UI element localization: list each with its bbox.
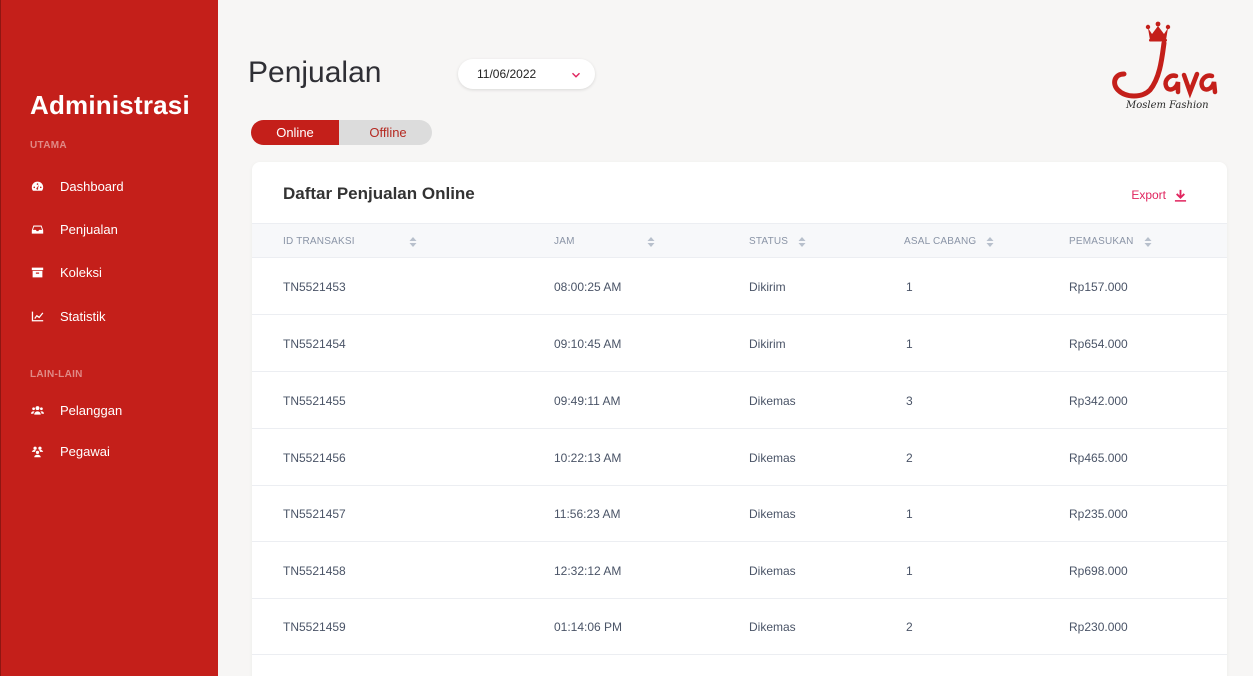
java-logo: Moslem Fashion xyxy=(1104,18,1222,114)
table-row[interactable]: TN5521456 10:22:13 AM Dikemas 2 Rp465.00… xyxy=(252,429,1227,486)
column-label: JAM xyxy=(554,236,575,247)
column-header-pemasukan[interactable]: PEMASUKAN xyxy=(1069,224,1152,259)
card-title: Daftar Penjualan Online xyxy=(283,184,475,203)
cell-status: Dikemas xyxy=(749,506,796,521)
cell-jam: 08:00:25 AM xyxy=(554,279,622,294)
sidebar-item-label: Koleksi xyxy=(60,264,102,280)
cell-asal-cabang: 1 xyxy=(906,563,913,578)
sort-icon xyxy=(647,236,655,247)
toggle-offline-button[interactable]: Offline xyxy=(344,120,432,145)
dashboard-icon xyxy=(30,179,44,193)
toggle-online-button[interactable]: Online xyxy=(251,120,339,145)
cell-status: Dikemas xyxy=(749,563,796,578)
table-row[interactable]: TN5521457 11:56:23 AM Dikemas 1 Rp235.00… xyxy=(252,485,1227,542)
sort-icon xyxy=(986,236,994,247)
cell-asal-cabang: 2 xyxy=(906,619,913,634)
cell-jam: 09:49:11 AM xyxy=(554,393,621,408)
date-value: 11/06/2022 xyxy=(477,67,537,81)
cell-id-transaksi: TN5521458 xyxy=(283,563,346,578)
cell-status: Dikirim xyxy=(749,279,786,294)
cell-id-transaksi: TN5521455 xyxy=(283,393,346,408)
sales-card: Daftar Penjualan Online Export ID TRANSA… xyxy=(252,162,1227,676)
sidebar-item-label: Dashboard xyxy=(60,178,124,194)
cell-jam: 09:10:45 AM xyxy=(554,336,622,351)
column-label: STATUS xyxy=(749,236,789,247)
column-label: ASAL CABANG xyxy=(904,236,977,247)
cell-pemasukan: Rp235.000 xyxy=(1069,506,1128,521)
sidebar: Administrasi UTAMA Dashboard Penjualan K… xyxy=(0,0,218,676)
sidebar-item-label: Penjualan xyxy=(60,221,118,237)
table-row[interactable]: TN5521454 09:10:45 AM Dikirim 1 Rp654.00… xyxy=(252,315,1227,372)
chevron-down-icon xyxy=(571,69,581,79)
column-header-id[interactable]: ID TRANSAKSI xyxy=(283,224,417,259)
download-icon xyxy=(1174,189,1187,202)
cell-asal-cabang: 3 xyxy=(906,393,913,408)
cell-status: Dikirim xyxy=(749,336,786,351)
export-button[interactable]: Export xyxy=(1131,188,1187,202)
cell-asal-cabang: 1 xyxy=(906,336,913,351)
cell-id-transaksi: TN5521453 xyxy=(283,279,346,294)
section-label-utama: UTAMA xyxy=(30,140,67,151)
cell-jam: 12:32:12 AM xyxy=(554,563,622,578)
sidebar-item-penjualan[interactable]: Penjualan xyxy=(30,218,200,240)
user-group-icon xyxy=(30,444,44,458)
cell-jam: 01:14:06 PM xyxy=(554,619,623,634)
chart-line-icon xyxy=(30,309,44,323)
table-row[interactable]: TN5521459 01:14:06 PM Dikemas 2 Rp230.00… xyxy=(252,598,1227,655)
sidebar-item-pelanggan[interactable]: Pelanggan xyxy=(30,399,200,421)
sidebar-item-dashboard[interactable]: Dashboard xyxy=(30,175,200,197)
cell-pemasukan: Rp465.000 xyxy=(1069,450,1128,465)
table-row[interactable]: TN5521455 09:49:11 AM Dikemas 3 Rp342.00… xyxy=(252,372,1227,429)
cell-asal-cabang: 1 xyxy=(906,506,913,521)
section-label-lain-lain: LAIN-LAIN xyxy=(30,369,83,380)
cell-pemasukan: Rp230.000 xyxy=(1069,619,1128,634)
column-label: PEMASUKAN xyxy=(1069,236,1134,247)
logo-tagline: Moslem Fashion xyxy=(1125,100,1209,111)
export-label: Export xyxy=(1131,188,1166,202)
cell-asal-cabang: 1 xyxy=(906,279,913,294)
cell-id-transaksi: TN5521454 xyxy=(283,336,346,351)
column-label: ID TRANSAKSI xyxy=(283,236,355,247)
cell-status: Dikemas xyxy=(749,450,796,465)
table-row[interactable]: TN5521458 12:32:12 AM Dikemas 1 Rp698.00… xyxy=(252,542,1227,599)
users-icon xyxy=(30,403,44,417)
cell-jam: 10:22:13 AM xyxy=(554,450,622,465)
sidebar-item-pegawai[interactable]: Pegawai xyxy=(30,440,200,462)
cell-status: Dikemas xyxy=(749,619,796,634)
cell-jam: 11:56:23 AM xyxy=(554,506,621,521)
column-header-status[interactable]: STATUS xyxy=(749,224,806,259)
cell-id-transaksi: TN5521456 xyxy=(283,450,346,465)
sort-icon xyxy=(1144,236,1152,247)
channel-toggle: Online Offline xyxy=(251,120,432,145)
cell-asal-cabang: 2 xyxy=(906,450,913,465)
inbox-icon xyxy=(30,222,44,236)
sort-icon xyxy=(409,236,417,247)
table-row[interactable]: TN5521453 08:00:25 AM Dikirim 1 Rp157.00… xyxy=(252,258,1227,315)
cell-status: Dikemas xyxy=(749,393,796,408)
table-header: ID TRANSAKSI JAM STATUS ASAL CABANG PEMA… xyxy=(252,223,1227,258)
sidebar-item-statistik[interactable]: Statistik xyxy=(30,305,200,327)
page-title: Penjualan xyxy=(248,56,382,89)
sidebar-item-label: Pelanggan xyxy=(60,402,123,418)
column-header-asal-cabang[interactable]: ASAL CABANG xyxy=(904,224,994,259)
cell-id-transaksi: TN5521457 xyxy=(283,506,346,521)
archive-icon xyxy=(30,265,44,279)
column-header-jam[interactable]: JAM xyxy=(554,224,655,259)
sidebar-item-koleksi[interactable]: Koleksi xyxy=(30,261,200,283)
cell-pemasukan: Rp157.000 xyxy=(1069,279,1128,294)
cell-id-transaksi: TN5521459 xyxy=(283,619,346,634)
cell-pemasukan: Rp342.000 xyxy=(1069,393,1128,408)
cell-pemasukan: Rp698.000 xyxy=(1069,563,1128,578)
date-select[interactable]: 11/06/2022 xyxy=(458,59,595,89)
sort-icon xyxy=(798,236,806,247)
sidebar-brand: Administrasi xyxy=(30,90,190,120)
sidebar-item-label: Statistik xyxy=(60,308,106,324)
sidebar-item-label: Pegawai xyxy=(60,443,110,459)
cell-pemasukan: Rp654.000 xyxy=(1069,336,1128,351)
